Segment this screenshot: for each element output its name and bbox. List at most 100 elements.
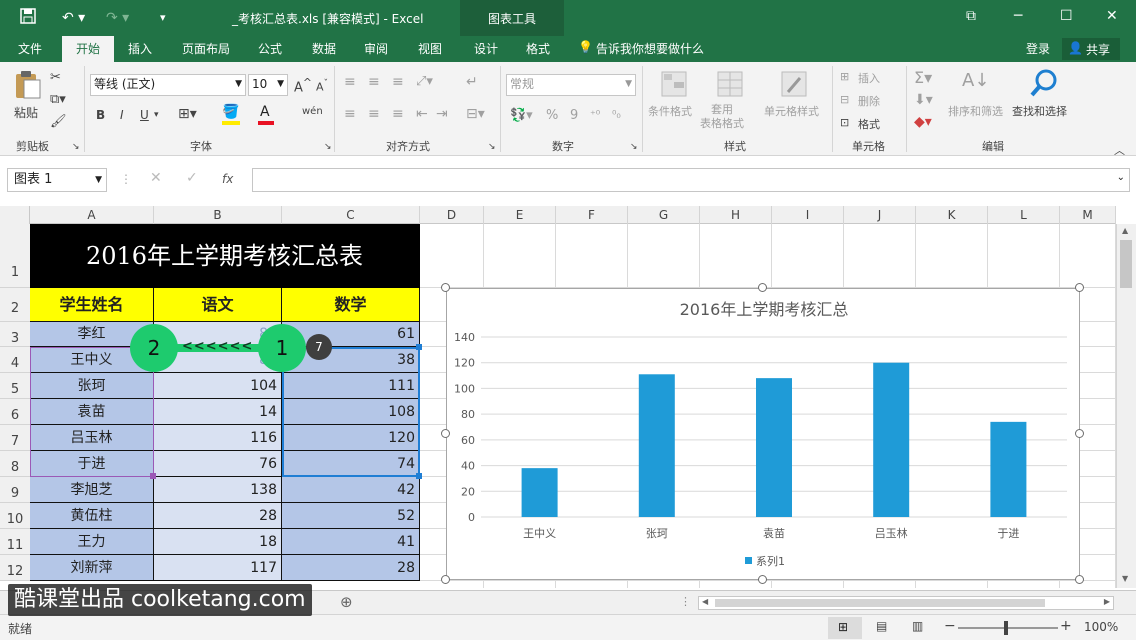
conditional-format-button[interactable]: 条件格式	[648, 103, 692, 119]
header-cell-chinese[interactable]: 语文	[154, 288, 282, 322]
table-cell[interactable]: 李旭芝	[30, 477, 154, 503]
table-cell[interactable]: 111	[282, 373, 420, 399]
chart-title[interactable]: 2016年上学期考核汇总	[680, 300, 849, 319]
table-cell[interactable]: 袁苗	[30, 399, 154, 425]
wrap-text-icon[interactable]: ↵	[466, 74, 478, 90]
currency-icon[interactable]: 💱▾	[510, 108, 533, 123]
underline-dropdown-icon[interactable]: ▾	[154, 110, 159, 120]
column-header[interactable]: H	[700, 206, 772, 224]
italic-button[interactable]: I	[120, 108, 124, 122]
number-launcher-icon[interactable]: ↘	[630, 142, 638, 152]
cell-styles-icon[interactable]	[780, 70, 808, 98]
clipboard-launcher-icon[interactable]: ↘	[72, 142, 80, 152]
bar[interactable]	[638, 374, 675, 517]
decrease-decimal-icon[interactable]: ⁰₀	[612, 108, 621, 121]
indent-icon[interactable]: ⇤	[416, 106, 428, 122]
table-cell[interactable]: 王力	[30, 529, 154, 555]
table-cell[interactable]: 116	[154, 425, 282, 451]
ribbon-display-icon[interactable]: ⧉	[966, 8, 976, 24]
confirm-formula-icon[interactable]: ✓	[186, 170, 198, 186]
column-header[interactable]: A	[30, 206, 154, 224]
scroll-left-icon[interactable]: ◀	[702, 597, 708, 606]
row-header[interactable]: 6	[0, 399, 30, 425]
table-cell[interactable]: 28	[282, 555, 420, 581]
column-header[interactable]: L	[988, 206, 1060, 224]
sort-filter-button[interactable]: 排序和筛选	[948, 103, 1003, 119]
row-header[interactable]: 2	[0, 288, 30, 322]
insert-cells-icon[interactable]: ⊞	[840, 70, 849, 83]
column-header[interactable]: B	[154, 206, 282, 224]
align-left-icon[interactable]: ≡	[344, 106, 356, 122]
range-handle[interactable]	[150, 473, 156, 479]
chart-resize-handle[interactable]	[441, 575, 450, 584]
autosum-icon[interactable]: Σ▾	[914, 68, 932, 87]
zoom-in-button[interactable]: +	[1060, 618, 1072, 634]
chart-resize-handle[interactable]	[758, 283, 767, 292]
chart-resize-handle[interactable]	[758, 575, 767, 584]
minimize-icon[interactable]: ─	[1014, 8, 1022, 24]
row-header[interactable]: 5	[0, 373, 30, 399]
table-cell[interactable]: 28	[154, 503, 282, 529]
paste-label[interactable]: 粘贴	[14, 104, 38, 121]
name-box[interactable]: 图表 1 ▼	[7, 168, 107, 192]
legend-item[interactable]: 系列1	[756, 554, 785, 568]
bar[interactable]	[873, 362, 910, 517]
column-header[interactable]: M	[1060, 206, 1116, 224]
chart-resize-handle[interactable]	[1075, 575, 1084, 584]
row-header[interactable]: 10	[0, 503, 30, 529]
cut-icon[interactable]: ✂	[50, 70, 61, 85]
table-cell[interactable]: 41	[282, 529, 420, 555]
table-cell[interactable]: 18	[154, 529, 282, 555]
paste-icon[interactable]	[14, 70, 42, 100]
decrease-font-icon[interactable]: Aˇ	[316, 78, 328, 94]
bar[interactable]	[990, 421, 1027, 517]
undo-icon[interactable]: ↶ ▾	[62, 8, 85, 28]
align-center-icon[interactable]: ≡	[368, 106, 380, 122]
table-cell[interactable]: 42	[282, 477, 420, 503]
clear-icon[interactable]: ◆▾	[914, 114, 932, 130]
range-handle[interactable]	[416, 344, 422, 350]
table-cell[interactable]: 76	[154, 451, 282, 477]
column-header[interactable]: E	[484, 206, 556, 224]
column-header[interactable]: K	[916, 206, 988, 224]
table-cell[interactable]: 74	[282, 451, 420, 477]
share-button[interactable]: 👤 共享	[1062, 38, 1120, 60]
header-cell-math[interactable]: 数学	[282, 288, 420, 322]
table-cell[interactable]: 117	[154, 555, 282, 581]
column-header[interactable]: D	[420, 206, 484, 224]
tab-data[interactable]: 数据	[312, 40, 336, 57]
row-header[interactable]: 4	[0, 347, 30, 373]
table-cell[interactable]: 吕玉林	[30, 425, 154, 451]
chart-resize-handle[interactable]	[441, 429, 450, 438]
table-cell[interactable]: 张珂	[30, 373, 154, 399]
table-cell[interactable]: 138	[154, 477, 282, 503]
add-sheet-button[interactable]: ⊕	[340, 593, 353, 611]
comma-button[interactable]: 9	[570, 108, 578, 123]
row-header[interactable]: 7	[0, 425, 30, 451]
table-cell[interactable]: 108	[282, 399, 420, 425]
sheet-title-cell[interactable]: 2016年上学期考核汇总表	[30, 224, 420, 288]
cancel-formula-icon[interactable]: ✕	[150, 170, 162, 186]
chart-object[interactable]: 2016年上学期考核汇总 0 20 40 60 80 100 120 140 王中义 张珂 袁苗 吕玉林…	[446, 288, 1080, 580]
percent-button[interactable]: %	[546, 108, 558, 123]
border-icon[interactable]: ⊞▾	[178, 106, 197, 122]
increase-decimal-icon[interactable]: ⁺⁰	[590, 108, 600, 121]
bar[interactable]	[756, 378, 792, 517]
format-cells-icon[interactable]: ⊡	[840, 116, 849, 129]
select-all-corner[interactable]	[0, 206, 30, 224]
format-as-table-button[interactable]: 套用 表格格式	[700, 103, 744, 131]
column-header[interactable]: I	[772, 206, 844, 224]
phonetic-button[interactable]: wén	[302, 106, 323, 117]
sort-filter-icon[interactable]: A↓	[962, 70, 989, 91]
save-icon[interactable]	[20, 8, 36, 28]
maximize-icon[interactable]: ☐	[1060, 8, 1073, 24]
table-cell[interactable]: 于进	[30, 451, 154, 477]
outdent-icon[interactable]: ⇥	[436, 106, 448, 122]
tab-page-layout[interactable]: 页面布局	[182, 40, 230, 57]
zoom-slider-thumb[interactable]	[1004, 621, 1008, 635]
horizontal-scrollbar[interactable]: ◀ ▶	[698, 596, 1114, 610]
tab-home[interactable]: 开始	[62, 36, 114, 62]
chart-resize-handle[interactable]	[441, 283, 450, 292]
column-header[interactable]: J	[844, 206, 916, 224]
table-cell[interactable]: 14	[154, 399, 282, 425]
